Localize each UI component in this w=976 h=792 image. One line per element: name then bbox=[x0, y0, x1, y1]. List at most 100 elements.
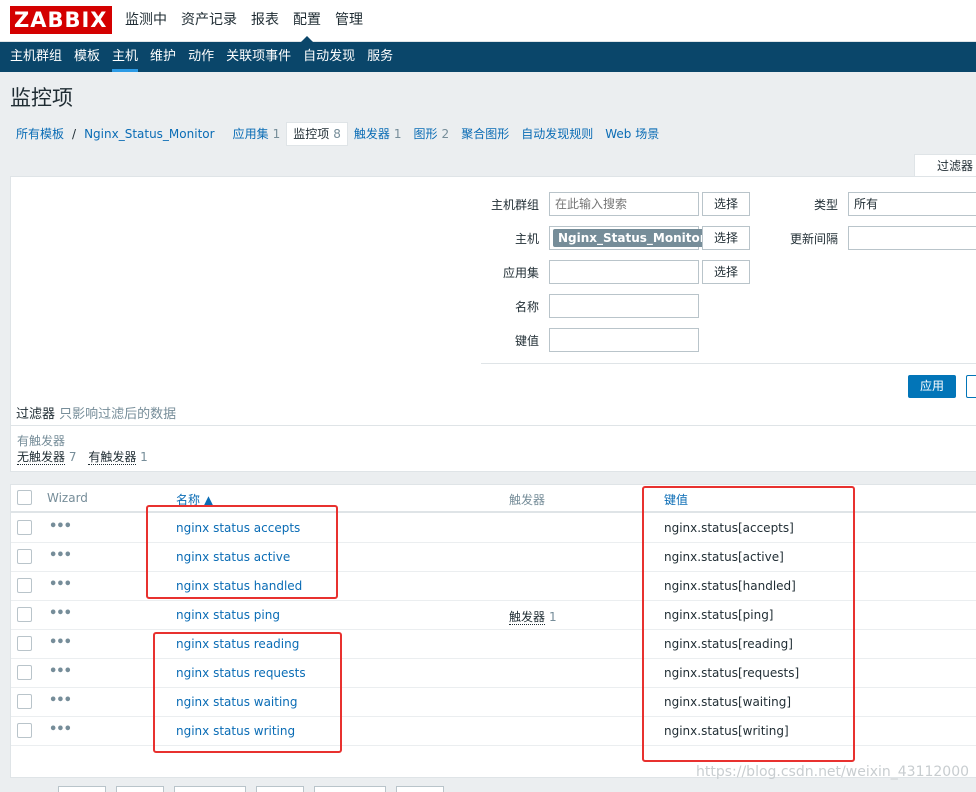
header-triggers: 触发器 bbox=[509, 493, 546, 507]
header-key[interactable]: 键值 bbox=[664, 491, 688, 508]
mass-action-button[interactable] bbox=[116, 786, 164, 792]
without-triggers-link[interactable]: 无触发器 bbox=[17, 450, 66, 465]
host-label: 主机 bbox=[514, 232, 539, 246]
table-header: Wizard 名称 ▲ 触发器 键值 bbox=[11, 485, 976, 513]
more-icon[interactable]: ••• bbox=[49, 519, 72, 534]
table-row: ••• nginx status accepts nginx.status[ac… bbox=[11, 514, 976, 543]
tab-graphs[interactable]: 图形 2 bbox=[408, 123, 456, 145]
tab-applications-label[interactable]: 应用集 bbox=[233, 127, 269, 141]
more-icon[interactable]: ••• bbox=[49, 577, 72, 592]
item-name-link[interactable]: nginx status requests bbox=[176, 666, 306, 680]
row-checkbox[interactable] bbox=[17, 549, 32, 564]
row-checkbox[interactable] bbox=[17, 636, 32, 651]
more-icon[interactable]: ••• bbox=[49, 693, 72, 708]
top-menu-configuration[interactable]: 配置 bbox=[286, 0, 328, 43]
item-key: nginx.status[reading] bbox=[664, 637, 793, 651]
host-chip-label: Nginx_Status_Monitor bbox=[558, 231, 706, 245]
more-icon[interactable]: ••• bbox=[49, 606, 72, 621]
crumb-all-templates[interactable]: 所有模板 bbox=[10, 123, 70, 145]
type-select[interactable]: 所有 bbox=[848, 192, 976, 216]
crumb-template[interactable]: Nginx_Status_Monitor bbox=[78, 123, 221, 145]
item-key: nginx.status[ping] bbox=[664, 608, 774, 622]
item-name-link[interactable]: nginx status writing bbox=[176, 724, 295, 738]
tab-discovery-rules[interactable]: 自动发现规则 bbox=[515, 123, 599, 145]
update-interval-input[interactable] bbox=[848, 226, 976, 250]
item-name-link[interactable]: nginx status handled bbox=[176, 579, 302, 593]
more-icon[interactable]: ••• bbox=[49, 722, 72, 737]
sub-menu-event-correlation[interactable]: 关联项事件 bbox=[220, 42, 297, 72]
row-checkbox[interactable] bbox=[17, 665, 32, 680]
sub-menu-host-groups[interactable]: 主机群组 bbox=[4, 42, 68, 72]
host-group-label: 主机群组 bbox=[490, 198, 539, 212]
host-input[interactable]: Nginx_Status_Monitor✖ bbox=[549, 226, 726, 250]
row-checkbox[interactable] bbox=[17, 520, 32, 535]
top-menu-administration[interactable]: 管理 bbox=[328, 0, 370, 42]
more-icon[interactable]: ••• bbox=[49, 664, 72, 679]
zabbix-logo[interactable]: ZABBIX bbox=[10, 6, 112, 34]
tab-triggers-label[interactable]: 触发器 bbox=[354, 127, 390, 141]
top-menu: 监测中 资产记录 报表 配置 管理 bbox=[118, 0, 370, 43]
tab-applications[interactable]: 应用集 1 bbox=[227, 123, 287, 145]
host-select-button[interactable]: 选择 bbox=[702, 226, 750, 250]
apply-button[interactable]: 应用 bbox=[908, 375, 956, 398]
sub-menu-maintenance[interactable]: 维护 bbox=[144, 42, 182, 72]
item-name-link[interactable]: nginx status reading bbox=[176, 637, 299, 651]
trigger-filter-panel: 有触发器 无触发器 7 有触发器 1 bbox=[10, 426, 976, 472]
with-triggers-link[interactable]: 有触发器 bbox=[88, 450, 137, 465]
tab-web-scenarios[interactable]: Web 场景 bbox=[599, 123, 665, 145]
item-name-link[interactable]: nginx status accepts bbox=[176, 521, 300, 535]
key-input[interactable] bbox=[549, 328, 699, 352]
top-menu-inventory[interactable]: 资产记录 bbox=[174, 0, 244, 42]
sub-menu-hosts[interactable]: 主机 bbox=[106, 42, 144, 72]
item-triggers-link[interactable]: 触发器 bbox=[509, 610, 546, 625]
row-checkbox[interactable] bbox=[17, 607, 32, 622]
page-title: 监控项 bbox=[10, 86, 73, 110]
trigger-filter-options: 无触发器 7 有触发器 1 bbox=[17, 448, 156, 465]
mass-action-button[interactable] bbox=[58, 786, 106, 792]
tab-graphs-label[interactable]: 图形 bbox=[414, 127, 438, 141]
item-key: nginx.status[requests] bbox=[664, 666, 800, 680]
application-input[interactable] bbox=[549, 260, 699, 284]
header-name[interactable]: 名称 ▲ bbox=[176, 491, 213, 508]
item-name-link[interactable]: nginx status waiting bbox=[176, 695, 298, 709]
table-row: ••• nginx status handled nginx.status[ha… bbox=[11, 572, 976, 601]
table-row: ••• nginx status requests nginx.status[r… bbox=[11, 659, 976, 688]
top-menu-monitoring[interactable]: 监测中 bbox=[118, 0, 174, 42]
tab-screens[interactable]: 聚合图形 bbox=[455, 123, 515, 145]
item-name-link[interactable]: nginx status ping bbox=[176, 608, 280, 622]
top-menu-reports[interactable]: 报表 bbox=[244, 0, 286, 42]
tab-triggers[interactable]: 触发器 1 bbox=[348, 123, 408, 145]
sub-menu-services[interactable]: 服务 bbox=[361, 42, 399, 72]
mass-action-button[interactable] bbox=[314, 786, 386, 792]
more-icon[interactable]: ••• bbox=[49, 635, 72, 650]
row-checkbox[interactable] bbox=[17, 694, 32, 709]
table-row: ••• nginx status ping 触发器 1 nginx.status[… bbox=[11, 601, 976, 630]
sub-menu-templates[interactable]: 模板 bbox=[68, 42, 106, 72]
select-all-checkbox[interactable] bbox=[17, 490, 32, 505]
watermark: https://blog.csdn.net/weixin_43112000 bbox=[696, 764, 970, 780]
tab-graphs-count: 2 bbox=[441, 127, 450, 141]
item-name-link[interactable]: nginx status active bbox=[176, 550, 290, 564]
row-checkbox[interactable] bbox=[17, 723, 32, 738]
name-input[interactable] bbox=[549, 294, 699, 318]
mass-action-button[interactable] bbox=[174, 786, 246, 792]
filter-tab[interactable]: 过滤器 bbox=[914, 154, 976, 177]
host-group-input[interactable] bbox=[549, 192, 699, 216]
more-icon[interactable]: ••• bbox=[49, 548, 72, 563]
mass-action-button[interactable] bbox=[396, 786, 444, 792]
sub-menu-discovery[interactable]: 自动发现 bbox=[297, 42, 361, 72]
host-group-select-button[interactable]: 选择 bbox=[702, 192, 750, 216]
breadcrumb: 所有模板 / Nginx_Status_Monitor 应用集 1 监控项 8 触发… bbox=[10, 122, 665, 146]
tab-items[interactable]: 监控项 8 bbox=[286, 122, 348, 146]
sub-menu-actions[interactable]: 动作 bbox=[182, 42, 220, 72]
row-checkbox[interactable] bbox=[17, 578, 32, 593]
top-bar: ZABBIX 监测中 资产记录 报表 配置 管理 bbox=[0, 0, 976, 43]
mass-action-button[interactable] bbox=[256, 786, 304, 792]
application-select-button[interactable]: 选择 bbox=[702, 260, 750, 284]
item-key: nginx.status[handled] bbox=[664, 579, 796, 593]
item-key: nginx.status[waiting] bbox=[664, 695, 792, 709]
application-label: 应用集 bbox=[502, 266, 539, 280]
without-triggers-count: 7 bbox=[68, 450, 77, 464]
header-wizard: Wizard bbox=[47, 491, 88, 505]
reset-button[interactable] bbox=[966, 375, 976, 398]
